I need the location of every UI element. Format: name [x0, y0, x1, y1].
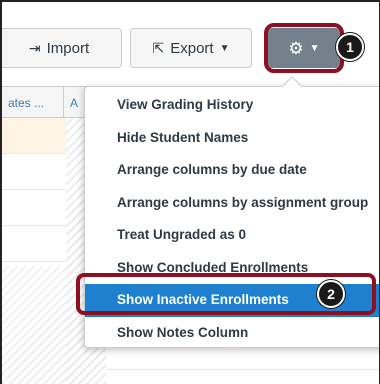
- import-button[interactable]: ⇥ Import: [2, 28, 122, 68]
- menu-item-treat-ungraded-as-zero[interactable]: Treat Ungraded as 0: [85, 219, 379, 252]
- import-label: Import: [46, 39, 90, 57]
- menu-item-view-grading-history[interactable]: View Grading History: [85, 89, 379, 122]
- chevron-down-icon: ▼: [219, 42, 230, 54]
- step-marker: 1: [336, 33, 364, 61]
- column-header[interactable]: ates ...: [2, 87, 64, 119]
- screenshot-frame: ⇥ Import ⇱ Export ▼ ⚙ ▼ ates ... A View …: [0, 0, 380, 384]
- callout-highlight-gear: [264, 23, 344, 73]
- export-button[interactable]: ⇱ Export ▼: [130, 28, 252, 68]
- gradebook-toolbar: ⇥ Import ⇱ Export ▼ ⚙ ▼: [2, 2, 379, 86]
- export-icon: ⇱: [152, 40, 165, 56]
- menu-item-arrange-by-due-date[interactable]: Arrange columns by due date: [85, 154, 379, 187]
- disabled-cells: [2, 266, 66, 384]
- menu-item-show-notes-column[interactable]: Show Notes Column: [85, 317, 379, 350]
- menu-item-hide-student-names[interactable]: Hide Student Names: [85, 122, 379, 155]
- menu-item-arrange-by-assignment-group[interactable]: Arrange columns by assignment group: [85, 187, 379, 220]
- step-marker: 2: [317, 280, 345, 308]
- import-icon: ⇥: [28, 40, 41, 56]
- export-label: Export: [170, 39, 214, 57]
